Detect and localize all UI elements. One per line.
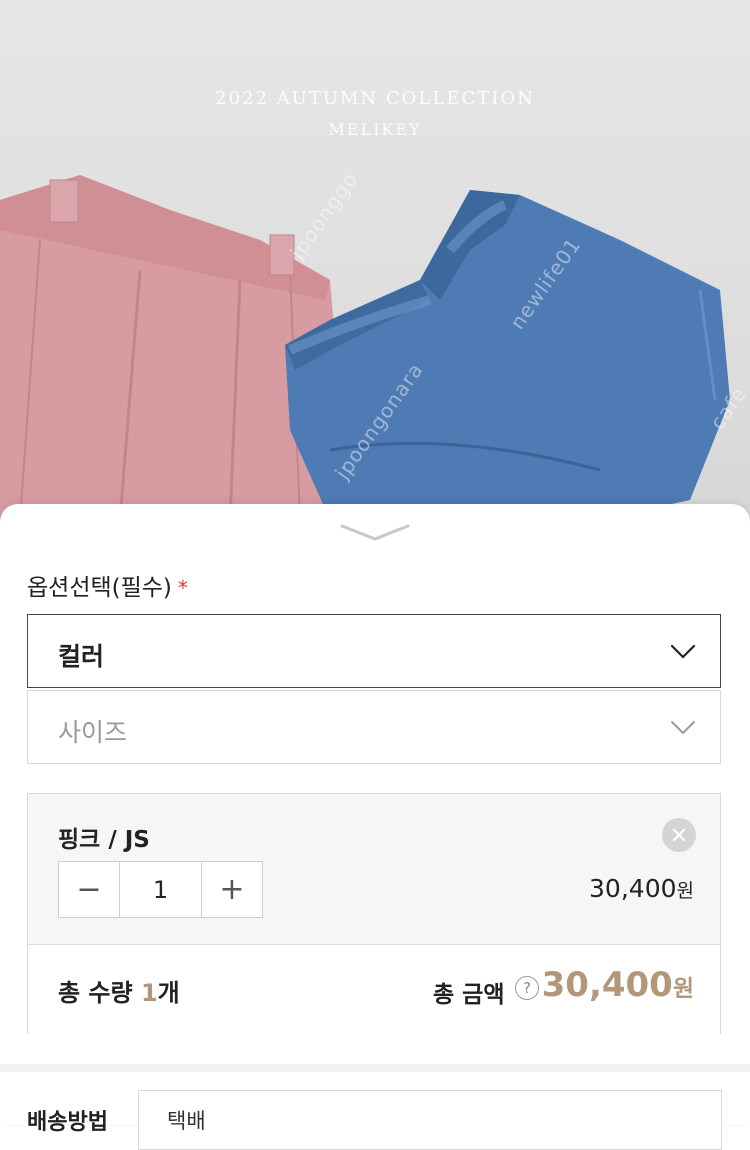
shipping-method-value: 택배 — [167, 1109, 206, 1133]
close-icon — [672, 828, 686, 842]
decrease-quantity-button[interactable]: − — [59, 862, 119, 917]
chevron-down-icon — [340, 524, 410, 541]
total-amount: 30,400원 — [542, 965, 694, 1005]
total-quantity: 총 수량 1개 — [58, 973, 180, 1008]
total-quantity-value: 1 — [140, 979, 158, 1007]
color-select[interactable]: 컬러 — [27, 614, 721, 688]
sheet-collapse-button[interactable] — [340, 522, 410, 544]
selected-option-name: 핑크 / JS — [58, 827, 150, 853]
selected-option-box: 핑크 / JS − 1 + 30,400원 총 수량 1개 총 금액 ? 30,… — [27, 793, 721, 1034]
shipping-method-label: 배송방법 — [27, 1110, 108, 1135]
total-amount-unit: 원 — [672, 976, 694, 1002]
collection-caption: 2022 AUTUMN COLLECTION — [215, 88, 535, 109]
quantity-value[interactable]: 1 — [119, 862, 202, 917]
option-bottom-sheet: 옵션선택(필수) * 컬러 사이즈 핑크 / JS − 1 + 30,400원 총… — [0, 504, 750, 1150]
section-divider — [0, 1064, 750, 1072]
quantity-stepper: − 1 + — [58, 861, 263, 918]
chevron-down-icon — [670, 644, 696, 659]
increase-quantity-button[interactable]: + — [202, 862, 262, 917]
required-mark: * — [177, 576, 188, 600]
total-row: 총 수량 1개 총 금액 ? 30,400원 — [28, 945, 720, 1034]
size-select-label: 사이즈 — [58, 718, 128, 747]
total-quantity-suffix: 개 — [157, 979, 180, 1007]
option-price: 30,400원 — [589, 874, 694, 903]
chevron-down-icon — [671, 721, 695, 735]
help-icon[interactable]: ? — [515, 976, 539, 1000]
remove-option-button[interactable] — [662, 818, 696, 852]
brand-caption: MELIKEY — [328, 120, 422, 139]
total-amount-value: 30,400 — [541, 965, 673, 1005]
color-select-label: 컬러 — [58, 642, 105, 671]
product-photo-illustration — [0, 175, 730, 521]
option-title: 옵션선택(필수) * — [27, 568, 188, 602]
shipping-method-select[interactable]: 택배 — [138, 1090, 722, 1150]
size-select[interactable]: 사이즈 — [27, 690, 721, 764]
option-price-value: 30,400 — [589, 874, 677, 903]
product-photo: 2022 AUTUMN COLLECTION MELIKEY jpoonggo … — [0, 0, 750, 540]
total-amount-label: 총 금액 — [433, 982, 505, 1008]
option-price-unit: 원 — [676, 880, 694, 902]
total-quantity-prefix: 총 수량 — [58, 979, 141, 1007]
option-title-text: 옵션선택(필수) — [27, 575, 172, 601]
